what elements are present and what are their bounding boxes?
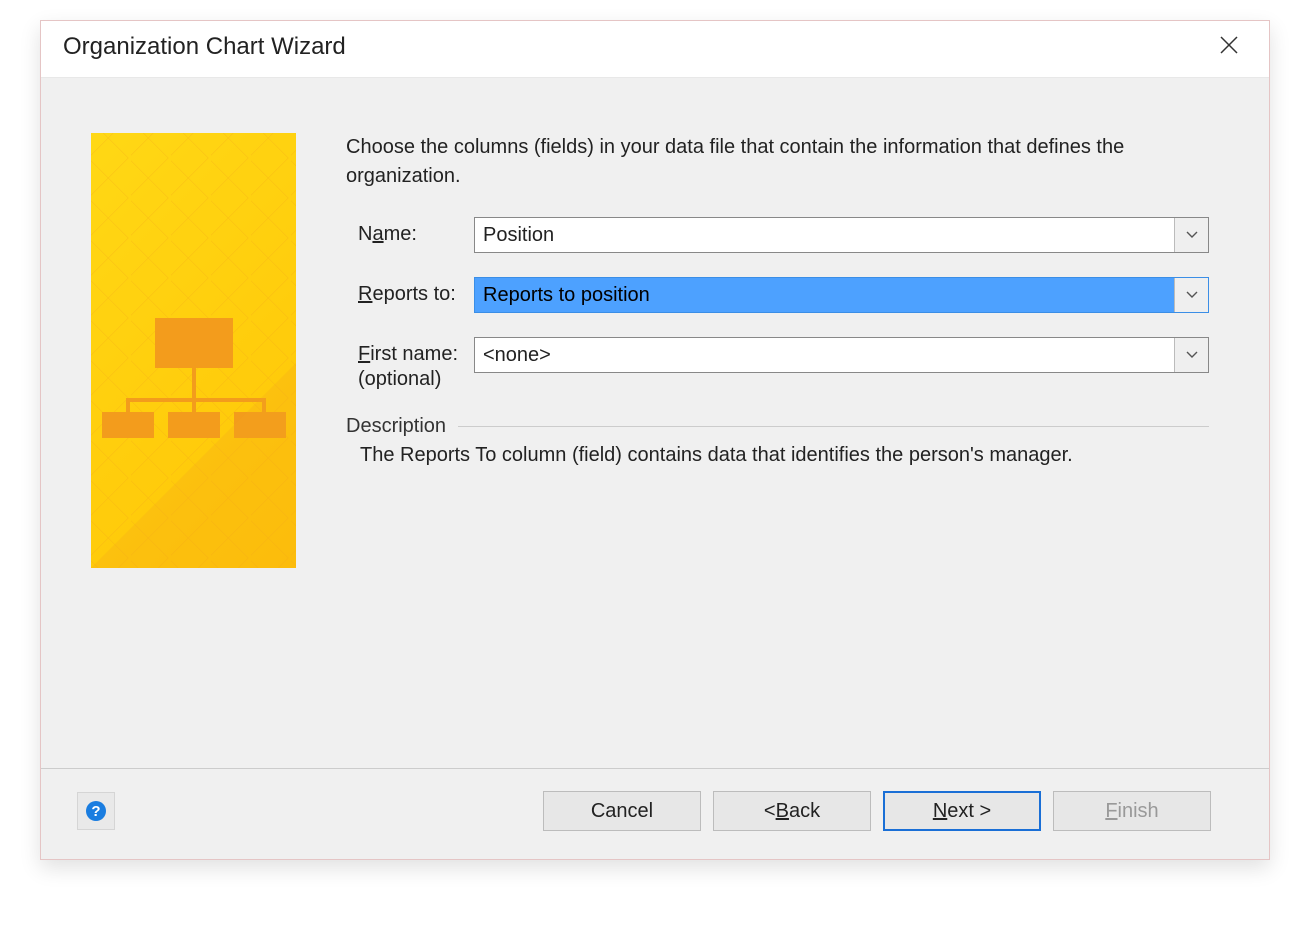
description-divider (458, 426, 1209, 427)
close-icon (1219, 35, 1239, 55)
description-section: Description The Reports To column (field… (346, 415, 1209, 467)
intro-text: Choose the columns (fields) in your data… (346, 133, 1166, 191)
title-bar: Organization Chart Wizard (41, 21, 1269, 78)
field-row-reports-to: Reports to: Reports to position (346, 277, 1209, 313)
reports-to-combobox[interactable]: Reports to position (474, 277, 1209, 313)
first-name-combobox-value: <none> (475, 338, 1174, 372)
next-button[interactable]: Next > (883, 791, 1041, 831)
reports-to-combobox-value: Reports to position (475, 278, 1174, 312)
name-combobox[interactable]: Position (474, 217, 1209, 253)
first-name-combobox-button[interactable] (1174, 338, 1208, 372)
field-row-name: Name: Position (346, 217, 1209, 253)
dialog-title: Organization Chart Wizard (63, 33, 346, 61)
first-name-label: First name: (346, 337, 474, 366)
chevron-down-icon (1186, 231, 1198, 239)
description-title: Description (346, 415, 446, 438)
field-row-first-name: First name: (optional) <none> (346, 337, 1209, 391)
cancel-button[interactable]: Cancel (543, 791, 701, 831)
first-name-label-group: First name: (optional) (346, 337, 474, 391)
wizard-dialog: Organization Chart Wizard Choose the col… (40, 20, 1270, 860)
name-combobox-value: Position (475, 218, 1174, 252)
svg-text:?: ? (91, 803, 100, 820)
help-icon: ? (85, 800, 107, 822)
wizard-illustration (91, 133, 296, 568)
first-name-combobox[interactable]: <none> (474, 337, 1209, 373)
description-text: The Reports To column (field) contains d… (346, 438, 1209, 467)
reports-to-label: Reports to: (346, 277, 474, 306)
help-button[interactable]: ? (77, 792, 115, 830)
dialog-footer: ? Cancel < Back Next > Finish (41, 768, 1269, 859)
reports-to-combobox-button[interactable] (1174, 278, 1208, 312)
first-name-optional-label: (optional) (346, 368, 474, 391)
name-combobox-button[interactable] (1174, 218, 1208, 252)
chevron-down-icon (1186, 291, 1198, 299)
name-label: Name: (346, 217, 474, 246)
description-header: Description (346, 415, 1209, 438)
close-button[interactable] (1211, 31, 1247, 63)
dialog-body: Choose the columns (fields) in your data… (41, 78, 1269, 768)
back-button[interactable]: < Back (713, 791, 871, 831)
finish-button: Finish (1053, 791, 1211, 831)
chevron-down-icon (1186, 351, 1198, 359)
content-area: Choose the columns (fields) in your data… (346, 133, 1209, 738)
